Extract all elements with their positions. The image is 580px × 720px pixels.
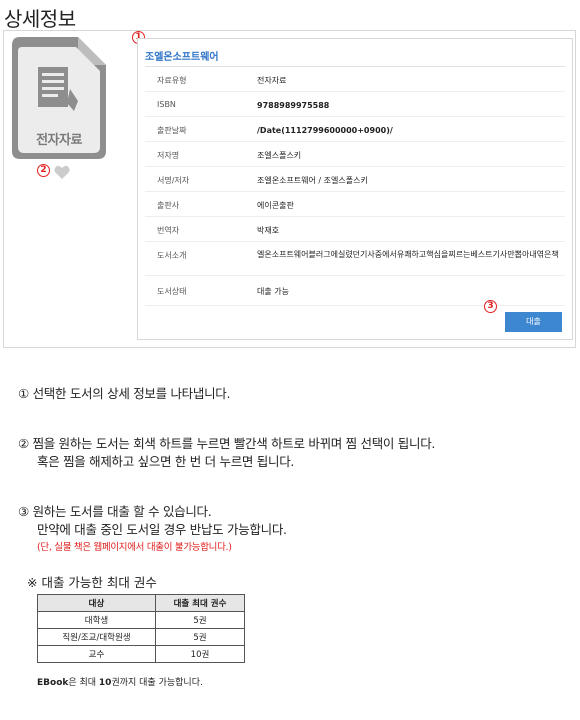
note-2: ② 찜을 원하는 도서는 회색 하트를 누르면 빨간색 하트로 바뀌며 찜 선택… [18,435,435,471]
table-cell: 교수 [37,645,156,663]
row-value: 조엘온소프트웨어 / 조엘스폴스키 [257,176,368,185]
table-cell: 대학생 [37,611,156,629]
row-label: ISBN [157,100,176,109]
row-label: 출판날짜 [157,126,187,135]
header-cell: 대상 [37,594,156,612]
row-label: 도서상태 [157,287,187,296]
limit-table: 대상 대출 최대 권수 대학생 5권 직원/조교/대학원생 5권 교수 10권 [37,594,245,663]
table-cell: 5권 [155,611,245,629]
note-1-text: ① 선택한 도서의 상세 정보를 나타냅니다. [18,386,231,401]
row-value: 박재호 [257,226,280,235]
info-row: 도서상태 대출 가능 [145,276,565,306]
row-label: 저자명 [157,151,180,160]
info-row: 저자명 조엘스폴스키 [145,142,565,167]
note-3: ③ 원하는 도서를 대출 할 수 있습니다. 만약에 대출 중인 도서일 경우 … [18,503,287,557]
marker-3: 3 [484,300,497,313]
table-header-row: 대상 대출 최대 권수 [37,594,245,612]
page-title: 상세정보 [4,7,76,31]
book-cover: 전자자료 [12,37,106,159]
note-3-line2: 만약에 대출 중인 도서일 경우 반납도 가능합니다. [37,522,287,537]
row-label: 출판사 [157,201,180,210]
table-row: 대학생 5권 [37,611,245,629]
row-label: 도서소개 [157,251,187,260]
footnote-end: 권까지 대출 가능합니다. [111,678,203,688]
row-label: 번역자 [157,226,180,235]
info-row: ISBN 9788989975588 [145,92,565,117]
table-row: 교수 10권 [37,645,245,663]
footnote-strong-1: EBook [37,678,69,688]
row-value: 조엘스폴스키 [257,151,302,160]
header-cell: 대출 최대 권수 [155,594,245,612]
info-row: 출판사 에이콘출판 [145,192,565,217]
note-3-line3: (단, 실물 책은 웹페이지에서 대출이 불가능합니다.) [37,542,232,553]
limit-footnote: EBook은 최대 10권까지 대출 가능합니다. [37,675,203,688]
row-label: 서명/저자 [157,176,190,185]
limit-title: ※ 대출 가능한 최대 권수 [27,575,157,590]
row-value: 전자자료 [257,76,287,85]
info-row: 자료유형 전자자료 [145,67,565,92]
row-value: 엘온소프트웨어블러그에실렸던기사중에서유쾌하고핵심을찌르는베스트기사만뽑아내엮은… [257,250,559,259]
info-row: 서명/저자 조엘온소프트웨어 / 조엘스폴스키 [145,167,565,192]
table-row: 직원/조교/대학원생 5권 [37,628,245,646]
info-row: 번역자 박재호 [145,217,565,242]
detail-box: 조엘온소프트웨어 자료유형 전자자료 ISBN 9788989975588 출판… [137,38,573,340]
marker-2: 2 [37,164,50,177]
row-label: 자료유형 [157,76,187,85]
table-cell: 직원/조교/대학원생 [37,628,156,646]
note-2-line1: ② 찜을 원하는 도서는 회색 하트를 누르면 빨간색 하트로 바뀌며 찜 선택… [18,436,436,451]
book-title: 조엘온소프트웨어 [145,52,219,63]
table-cell: 5권 [155,628,245,646]
row-value: /Date(1112799600000+0900)/ [257,126,393,135]
cover-label: 전자자료 [36,133,82,148]
note-3-line1: ③ 원하는 도서를 대출 할 수 있습니다. [18,504,212,519]
row-value: 9788989975588 [257,101,330,110]
info-row: 출판날짜 /Date(1112799600000+0900)/ [145,117,565,142]
loan-button[interactable]: 대출 [505,312,562,332]
row-value: 대출 가능 [257,287,289,296]
heart-icon[interactable] [54,165,70,180]
footnote-mid: 은 최대 [68,678,99,688]
footnote-strong-2: 10 [98,678,112,688]
note-1: ① 선택한 도서의 상세 정보를 나타냅니다. [18,385,230,403]
table-cell: 10권 [155,645,245,663]
row-value: 에이콘출판 [257,201,294,210]
info-row: 도서소개 엘온소프트웨어블러그에실렸던기사중에서유쾌하고핵심을찌르는베스트기사만… [145,242,565,276]
note-2-line2: 혹은 찜을 해제하고 싶으면 한 번 더 누르면 됩니다. [37,454,295,469]
